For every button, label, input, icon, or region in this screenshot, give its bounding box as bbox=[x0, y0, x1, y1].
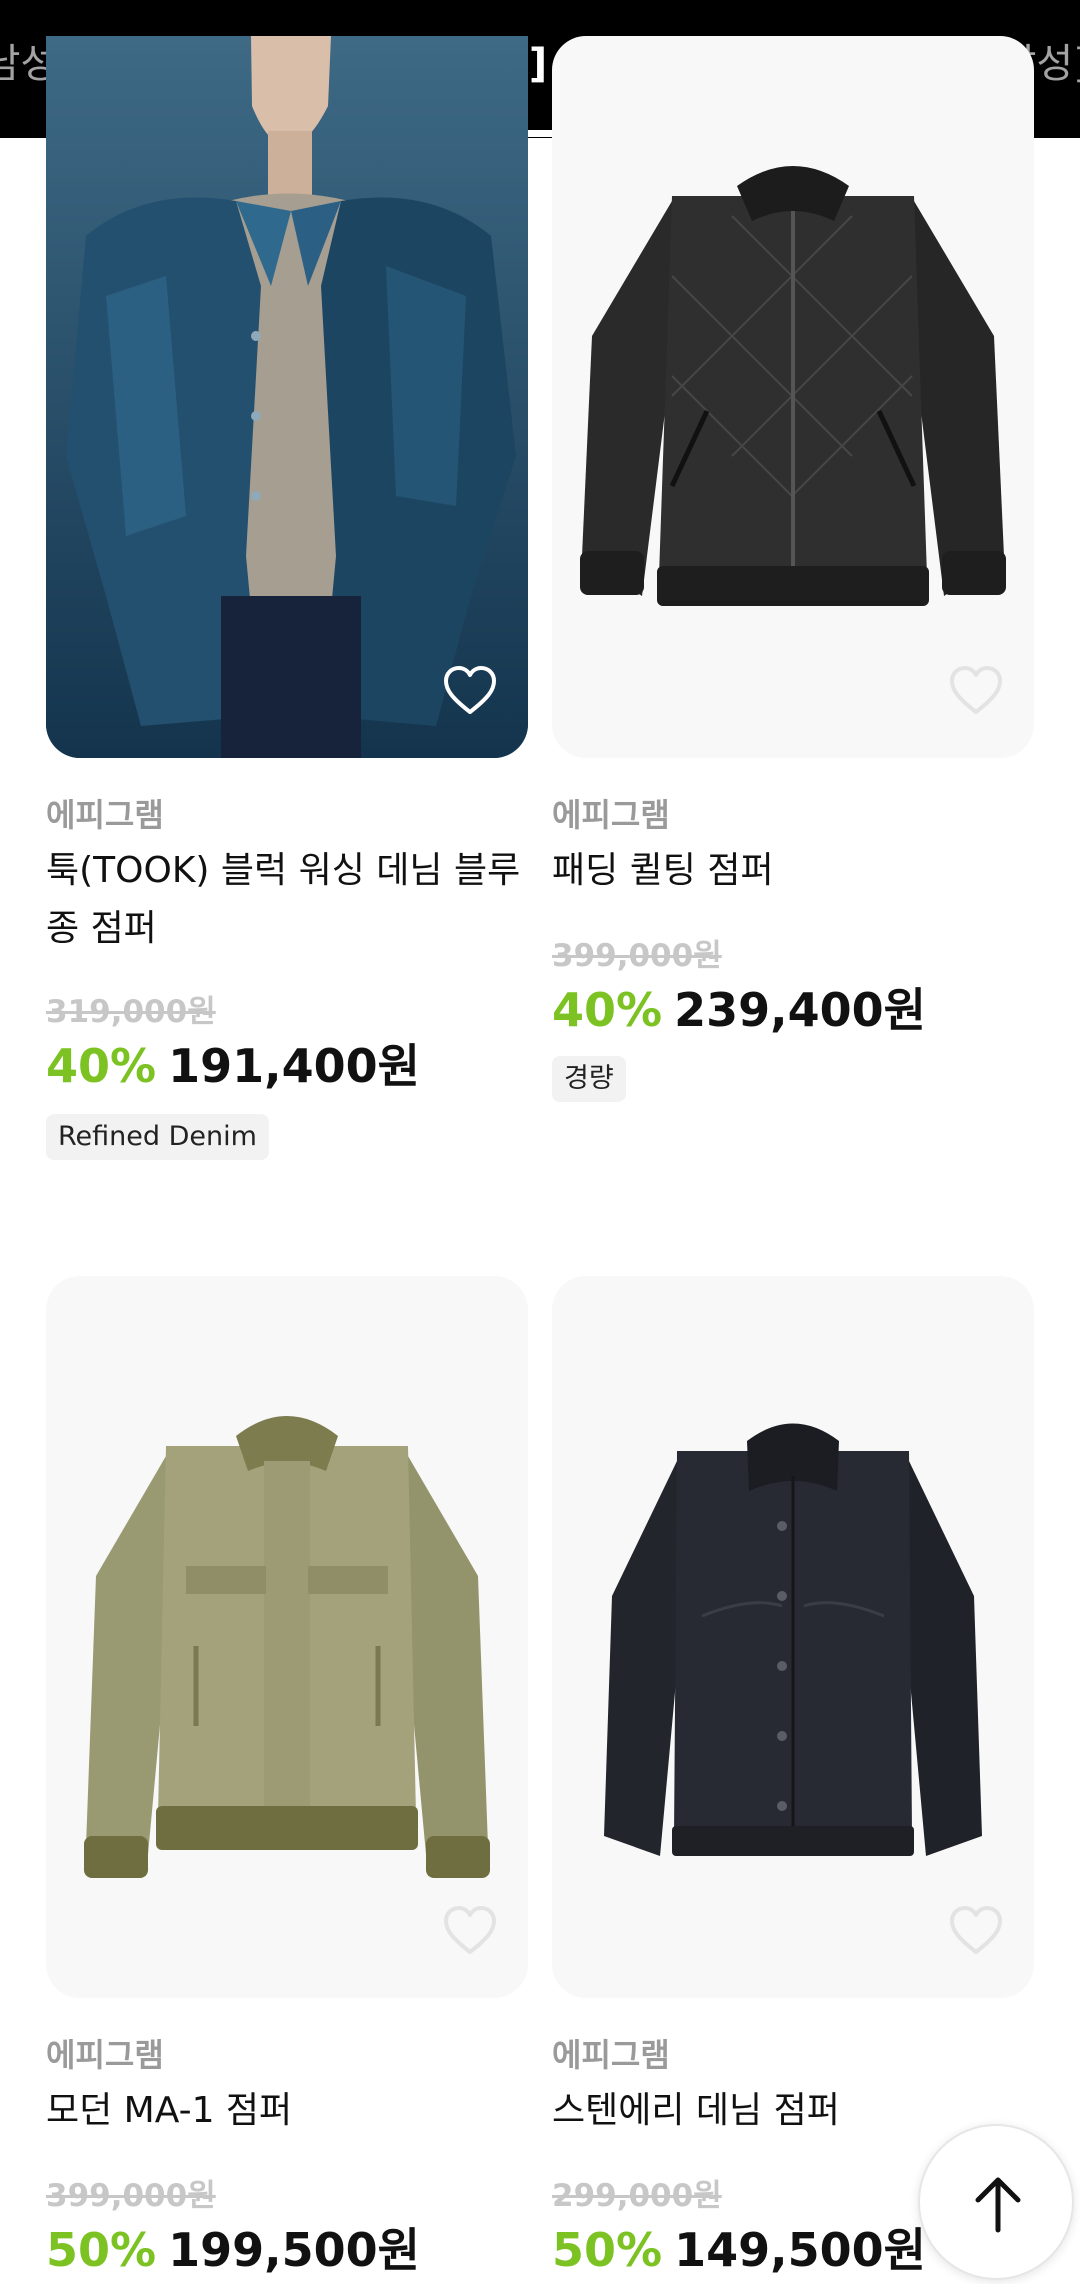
arrow-up-icon bbox=[975, 2177, 1021, 2233]
sale-price-row: 40% 239,400원 bbox=[552, 974, 926, 1040]
khaki-ma1-jacket-image bbox=[84, 1416, 490, 1878]
product-image[interactable] bbox=[46, 1276, 528, 1998]
discount-rate: 50% bbox=[46, 2223, 157, 2277]
discount-rate: 40% bbox=[552, 983, 663, 1037]
original-price: 399,000원 bbox=[46, 2178, 216, 2214]
original-price: 299,000원 bbox=[552, 2178, 722, 2214]
wishlist-heart-icon[interactable] bbox=[442, 1904, 498, 1956]
product-name[interactable]: 툭(TOOK) 블럭 워싱 데님 블루종 점퍼 bbox=[46, 842, 528, 958]
product-image[interactable] bbox=[552, 36, 1034, 758]
black-quilted-jacket-image bbox=[580, 166, 1006, 606]
wishlist-heart-icon[interactable] bbox=[948, 1904, 1004, 1956]
sale-price-row: 40% 191,400원 bbox=[46, 1030, 420, 1096]
original-price: 319,000원 bbox=[46, 994, 216, 1030]
model-denim-jacket-photo bbox=[46, 36, 528, 758]
product-brand: 에피그램 bbox=[552, 2036, 670, 2074]
sale-price-row: 50% 199,500원 bbox=[46, 2214, 420, 2280]
product-image[interactable] bbox=[552, 1276, 1034, 1998]
discount-rate: 40% bbox=[46, 1039, 157, 1093]
product-tag: Refined Denim bbox=[46, 1114, 269, 1160]
product-brand: 에피그램 bbox=[552, 796, 670, 834]
sale-price: 191,400원 bbox=[168, 1039, 420, 1093]
original-price: 399,000원 bbox=[552, 938, 722, 974]
dark-denim-jacket-image bbox=[604, 1423, 982, 1856]
wishlist-heart-icon[interactable] bbox=[442, 664, 498, 716]
product-name[interactable]: 모던 MA-1 점퍼 bbox=[46, 2082, 528, 2140]
sale-price: 149,500원 bbox=[674, 2223, 926, 2277]
product-name[interactable]: 패딩 퀼팅 점퍼 bbox=[552, 842, 1034, 900]
product-brand: 에피그램 bbox=[46, 796, 164, 834]
sale-price: 239,400원 bbox=[674, 983, 926, 1037]
sale-price: 199,500원 bbox=[168, 2223, 420, 2277]
product-brand: 에피그램 bbox=[46, 2036, 164, 2074]
product-image[interactable] bbox=[46, 36, 528, 758]
wishlist-heart-icon[interactable] bbox=[948, 664, 1004, 716]
scroll-to-top-button[interactable] bbox=[918, 2124, 1074, 2280]
sale-price-row: 50% 149,500원 bbox=[552, 2214, 926, 2280]
product-tag: 경량 bbox=[552, 1056, 626, 1102]
discount-rate: 50% bbox=[552, 2223, 663, 2277]
